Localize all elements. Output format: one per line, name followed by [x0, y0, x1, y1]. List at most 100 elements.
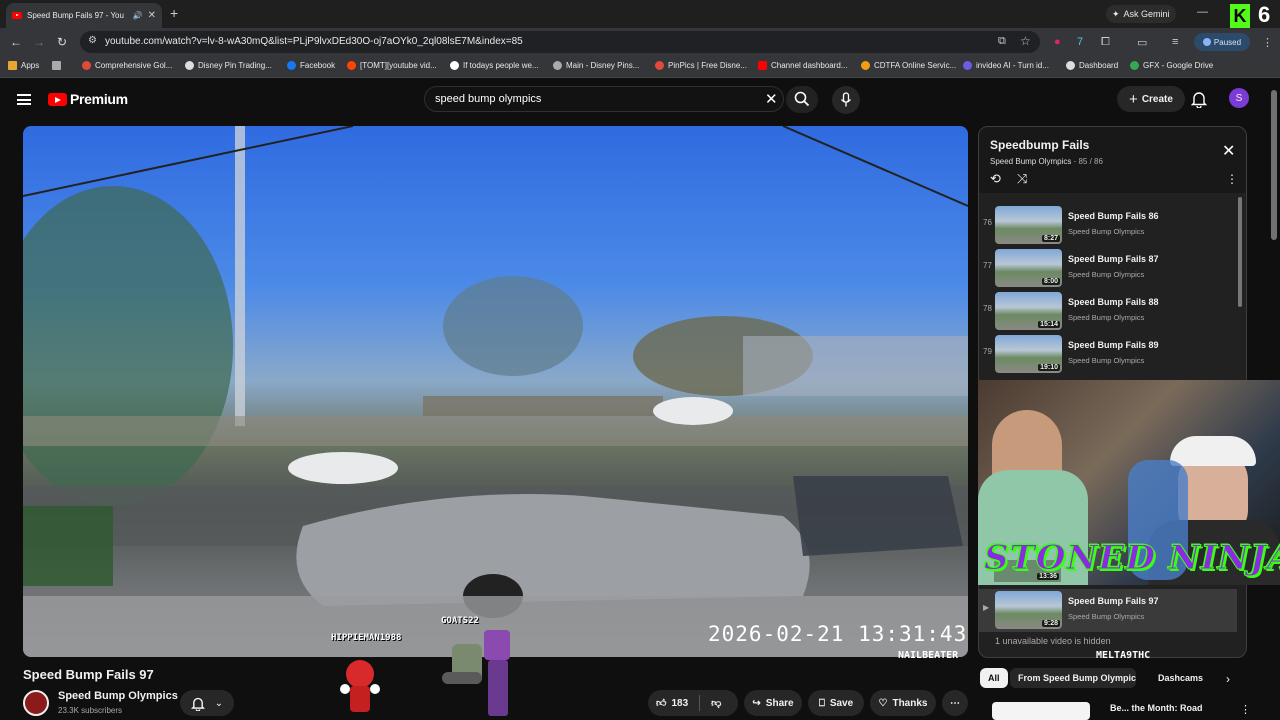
playlist-title[interactable]: Speedbump Fails: [990, 138, 1089, 152]
playlist-menu-icon[interactable]: ⋮: [1226, 172, 1238, 186]
voice-search-button[interactable]: [832, 86, 860, 114]
plus-icon: +: [1129, 90, 1138, 108]
playlist-channel[interactable]: Speed Bump Olympics: [990, 157, 1071, 166]
search-button[interactable]: [786, 86, 818, 113]
bookmark-item[interactable]: Channel dashboard...: [758, 61, 848, 70]
page-scrollbar[interactable]: [1271, 90, 1277, 240]
playlist-item[interactable]: 79 19:10 Speed Bump Fails 89 Speed Bump …: [979, 333, 1239, 376]
thumbs-down-icon[interactable]: 👎︎: [711, 697, 721, 709]
clear-search-icon[interactable]: ✕: [765, 90, 778, 108]
premium-wordmark[interactable]: Premium: [70, 91, 128, 107]
create-button[interactable]: + Create: [1117, 86, 1185, 112]
browser-tab[interactable]: Speed Bump Fails 97 - You 🔊 ✕: [6, 3, 162, 28]
bookmark-item[interactable]: Facebook: [287, 61, 335, 70]
profile-paused-button[interactable]: Paused: [1194, 33, 1250, 51]
extensions-puzzle-icon[interactable]: ⧠: [1101, 36, 1110, 49]
bookmark-item[interactable]: GFX - Google Drive: [1130, 61, 1213, 70]
chip-all[interactable]: All: [980, 668, 1008, 688]
browser-toolbar: ← → ↻ ⚙ youtube.com/watch?v=lv-8-wA30mQ&…: [0, 28, 1280, 56]
channel-name[interactable]: Speed Bump Olympics: [58, 690, 178, 702]
extension-7tv-icon[interactable]: 7: [1077, 36, 1083, 48]
playlist-item-channel: Speed Bump Olympics: [1068, 227, 1145, 236]
install-app-icon[interactable]: ⧉: [998, 35, 1006, 48]
profile-avatar-icon: [1202, 38, 1211, 46]
like-button[interactable]: 👍︎ 183: [656, 697, 688, 710]
loop-icon[interactable]: ⟲: [990, 171, 1001, 187]
pinpics-icon: [655, 61, 664, 70]
notifications-bell-icon[interactable]: [1191, 90, 1207, 108]
bookmark-item[interactable]: Dashboard: [1066, 61, 1118, 70]
playlist-item-title: Speed Bump Fails 87: [1068, 254, 1159, 264]
close-playlist-icon[interactable]: ✕: [1222, 141, 1235, 161]
bookmark-item[interactable]: Main - Disney Pins...: [553, 61, 639, 70]
bookmark-item[interactable]: Comprehensive Gol...: [82, 61, 172, 70]
playlist-subtitle: Speed Bump Olympics · 85 / 86: [990, 157, 1103, 166]
overlay-username: NAILBEATER: [898, 650, 959, 661]
youtube-header: Premium speed bump olympics ✕ + Create S: [0, 78, 1270, 122]
duration: 15:14: [1038, 321, 1060, 328]
like-dislike-group: 👍︎ 183 👎︎: [648, 690, 738, 716]
browser-menu-icon[interactable]: ⋮: [1262, 36, 1273, 49]
chip-dashcams[interactable]: Dashcams: [1150, 668, 1211, 688]
kick-logo-icon: K: [1230, 4, 1250, 28]
back-arrow-icon[interactable]: ←: [10, 35, 22, 49]
split-view-icon[interactable]: ▭: [1137, 36, 1147, 49]
thanks-label: Thanks: [892, 697, 928, 709]
bookmark-item[interactable]: PinPics | Free Disne...: [655, 61, 747, 70]
bookmark-item[interactable]: Disney Pin Trading...: [185, 61, 272, 70]
address-bar[interactable]: ⚙ youtube.com/watch?v=lv-8-wA30mQ&list=P…: [80, 31, 1040, 53]
video-thumbnail: 19:10: [995, 335, 1062, 373]
recommended-thumbnail[interactable]: [992, 702, 1090, 720]
reload-icon[interactable]: ↻: [57, 35, 67, 49]
overlay-username: MELTA9THC: [1096, 650, 1151, 661]
divider: [699, 695, 701, 711]
bookmark-item[interactable]: If todays people we...: [450, 61, 539, 70]
subscription-bell-button[interactable]: ⌄: [180, 690, 234, 716]
reading-list-icon[interactable]: ≡: [1172, 36, 1178, 48]
dashcam-timestamp: 2026-02-21 13:31:43: [708, 622, 968, 646]
ask-gemini-button[interactable]: ✦ Ask Gemini: [1106, 5, 1176, 23]
playlist-item[interactable]: 77 8:00 Speed Bump Fails 87 Speed Bump O…: [979, 247, 1239, 290]
more-actions-button[interactable]: ⋯: [942, 690, 968, 716]
chip-from-channel[interactable]: From Speed Bump Olympics: [1010, 668, 1136, 688]
kick-count: 6: [1258, 2, 1271, 27]
playlist-item-current[interactable]: ▶ 9:28 Speed Bump Fails 97 Speed Bump Ol…: [979, 589, 1237, 632]
gemini-icon: ✦: [1112, 8, 1120, 19]
bookmark-item[interactable]: [TOMT][youtube vid...: [347, 61, 437, 70]
share-label: Share: [765, 697, 794, 709]
bookmark-item[interactable]: CDTFA Online Servic...: [861, 61, 956, 70]
thanks-button[interactable]: ♡ Thanks: [870, 690, 936, 716]
shuffle-icon[interactable]: ⤨: [1017, 171, 1027, 187]
account-avatar[interactable]: S: [1229, 88, 1249, 108]
tiktok-icon: [450, 61, 459, 70]
video-player[interactable]: 2026-02-21 13:31:43 HIPPIEMAN1988 GOATS2…: [23, 126, 968, 657]
bookmark-grid[interactable]: [52, 61, 61, 70]
youtube-logo-icon[interactable]: [48, 93, 67, 106]
bookmark-apps[interactable]: Apps: [8, 61, 39, 70]
search-input[interactable]: speed bump olympics: [435, 93, 541, 105]
close-tab-icon[interactable]: ✕: [148, 10, 156, 21]
site-info-icon[interactable]: ⚙: [88, 35, 97, 46]
recommended-menu-icon[interactable]: ⋮: [1240, 703, 1251, 716]
playlist-scrollbar[interactable]: [1238, 197, 1242, 307]
bookmark-star-icon[interactable]: ☆: [1020, 34, 1031, 48]
bookmark-item[interactable]: invideo AI - Turn id...: [963, 61, 1049, 70]
new-tab-button[interactable]: +: [170, 5, 178, 21]
chevron-right-icon[interactable]: ›: [1226, 672, 1230, 686]
playlist-item[interactable]: 76 8:27 Speed Bump Fails 86 Speed Bump O…: [979, 204, 1239, 247]
playlist-item[interactable]: 78 15:14 Speed Bump Fails 88 Speed Bump …: [979, 290, 1239, 333]
recommended-title[interactable]: Be... the Month: Road: [1110, 703, 1203, 713]
save-button[interactable]: ⎕ Save: [808, 690, 864, 716]
channel-avatar[interactable]: [23, 690, 49, 716]
forward-arrow-icon[interactable]: →: [33, 35, 45, 49]
menu-hamburger-icon[interactable]: [17, 94, 31, 105]
minimize-window-icon[interactable]: —: [1197, 6, 1208, 18]
search-box[interactable]: speed bump olympics ✕: [424, 86, 784, 112]
sprite-character-knuckles: [340, 656, 380, 718]
video-thumbnail: 15:14: [995, 292, 1062, 330]
reddit-icon: [347, 61, 356, 70]
extension-pinterest-icon[interactable]: ●: [1054, 36, 1061, 48]
playlist-item-channel: Speed Bump Olympics: [1068, 270, 1145, 279]
share-button[interactable]: ↪ Share: [744, 690, 802, 716]
speaker-icon[interactable]: 🔊: [133, 11, 143, 20]
